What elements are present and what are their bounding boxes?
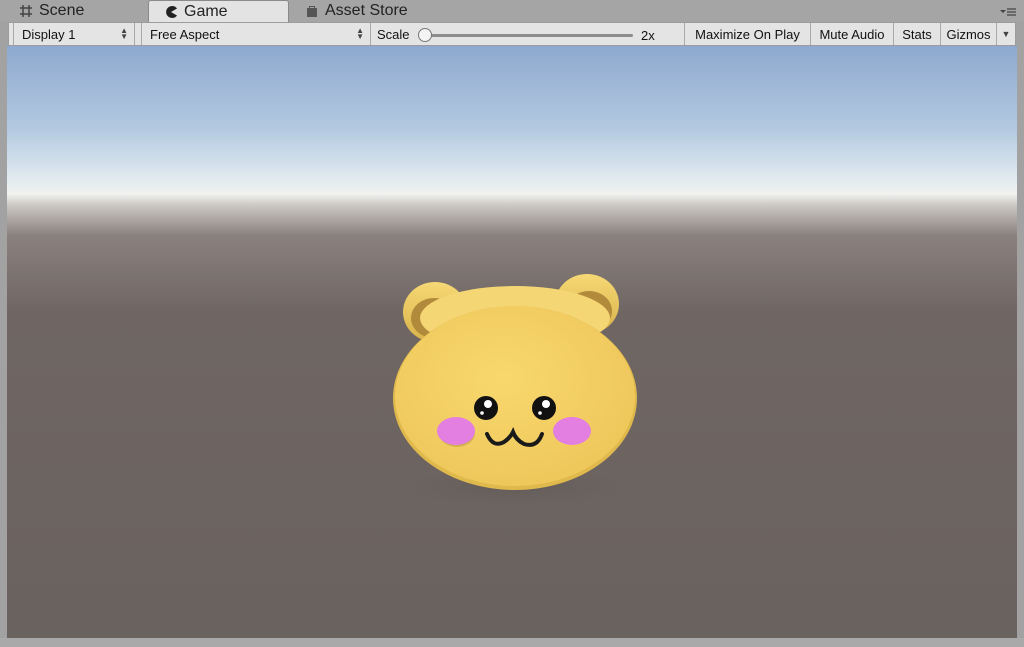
tab-scene[interactable]: Scene [18, 0, 84, 22]
tab-game[interactable]: Game [148, 0, 289, 22]
tab-bar: Scene Game Asset Store [0, 0, 1024, 22]
mute-audio-button[interactable]: Mute Audio [811, 23, 894, 45]
tab-asset-store[interactable]: Asset Store [304, 0, 408, 22]
display-dropdown[interactable]: Display 1 ▲ ▼ [13, 23, 135, 45]
bottom-border [0, 638, 1024, 647]
tab-asset-store-label: Asset Store [325, 2, 408, 19]
bear-head-render [385, 274, 645, 508]
bear-face [395, 306, 635, 486]
scale-label: Scale [377, 26, 410, 42]
maximize-on-play-button[interactable]: Maximize On Play [685, 23, 811, 45]
updown-arrows-icon: ▲ ▼ [120, 26, 128, 41]
gizmos-dropdown-arrow-icon[interactable]: ▼ [997, 23, 1015, 45]
scale-slider-track[interactable] [419, 34, 633, 37]
pacman-icon [163, 4, 179, 20]
gizmos-label: Gizmos [946, 26, 991, 42]
scale-value: 2x [641, 28, 655, 43]
display-dropdown-value: Display 1 [22, 26, 76, 42]
tab-scene-label: Scene [39, 2, 85, 19]
tab-options-menu-icon[interactable] [1000, 6, 1016, 20]
aspect-dropdown-value: Free Aspect [150, 26, 220, 42]
stats-button[interactable]: Stats [894, 23, 941, 45]
scale-control: Scale 2x [371, 23, 685, 45]
left-eye [474, 396, 498, 420]
aspect-dropdown[interactable]: Free Aspect ▲ ▼ [141, 23, 371, 45]
mute-audio-label: Mute Audio [819, 26, 885, 42]
store-bag-icon [304, 3, 320, 19]
scale-slider-thumb[interactable] [418, 28, 432, 42]
gizmos-button[interactable]: Gizmos [941, 23, 997, 45]
right-eye [532, 396, 556, 420]
tab-game-label: Game [184, 2, 228, 20]
left-cheek [437, 417, 475, 445]
maximize-on-play-label: Maximize On Play [695, 26, 800, 42]
updown-arrows-icon: ▲ ▼ [356, 26, 364, 41]
grid-icon [18, 3, 34, 19]
stats-label: Stats [902, 26, 932, 42]
right-cheek [553, 417, 591, 445]
game-viewport[interactable] [7, 46, 1017, 638]
game-toolbar: Display 1 ▲ ▼ Free Aspect ▲ ▼ Scale 2x Max… [8, 22, 1016, 46]
